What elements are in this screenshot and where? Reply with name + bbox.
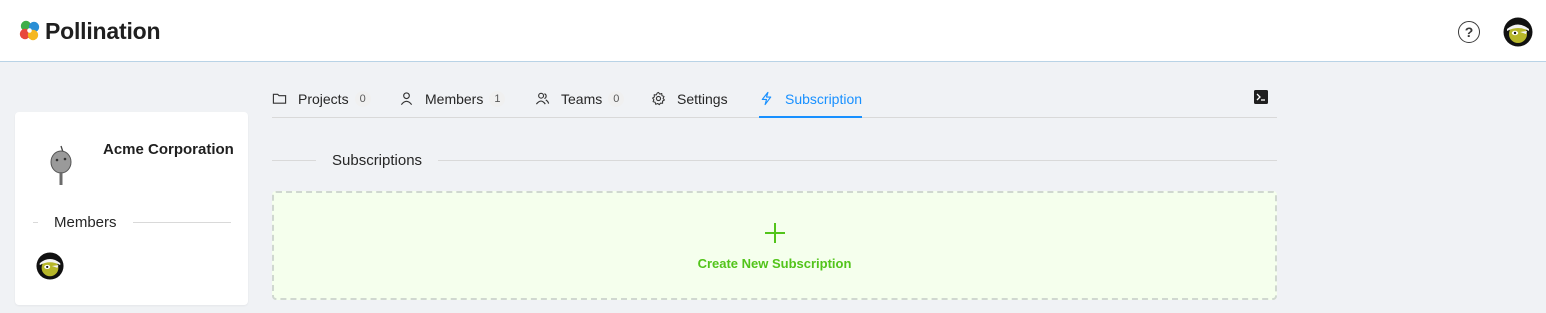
subscriptions-divider: Subscriptions bbox=[272, 152, 1277, 169]
lightning-icon bbox=[761, 91, 772, 106]
terminal-icon[interactable] bbox=[1253, 89, 1269, 105]
user-icon bbox=[400, 92, 413, 105]
divider-line-right bbox=[132, 222, 231, 223]
tab-label: Settings bbox=[677, 90, 728, 107]
tab-count-badge: 0 bbox=[354, 90, 371, 107]
member-avatar-icon[interactable] bbox=[36, 252, 64, 280]
tab-teams[interactable]: Teams 0 bbox=[535, 80, 625, 117]
tab-count-badge: 1 bbox=[489, 90, 506, 107]
tab-settings[interactable]: Settings bbox=[651, 80, 728, 117]
user-avatar-icon[interactable] bbox=[1503, 17, 1533, 47]
divider-line-right bbox=[438, 160, 1277, 161]
brand-name: Pollination bbox=[45, 17, 161, 44]
subscriptions-title: Subscriptions bbox=[332, 152, 423, 169]
tab-subscription[interactable]: Subscription bbox=[759, 80, 863, 118]
team-icon bbox=[535, 92, 550, 105]
tab-label: Members bbox=[425, 90, 484, 107]
org-logo-icon bbox=[50, 145, 72, 185]
members-divider: Members bbox=[33, 214, 231, 231]
app-header: Pollination ? bbox=[0, 0, 1546, 62]
brand-logo[interactable]: Pollination bbox=[17, 16, 161, 46]
tab-members[interactable]: Members 1 bbox=[399, 80, 506, 117]
organization-name[interactable]: Acme Corporation bbox=[103, 141, 243, 158]
gear-icon bbox=[652, 91, 665, 106]
members-title: Members bbox=[54, 214, 117, 231]
tab-label: Teams bbox=[561, 90, 603, 107]
tab-count-badge: 0 bbox=[608, 90, 625, 107]
plus-icon bbox=[764, 223, 785, 243]
create-subscription-label: Create New Subscription bbox=[697, 256, 852, 271]
create-subscription-button[interactable]: Create New Subscription bbox=[272, 191, 1277, 300]
tab-label: Projects bbox=[298, 90, 349, 107]
tab-label: Subscription bbox=[785, 90, 863, 107]
organization-card: Acme Corporation Members bbox=[15, 112, 248, 305]
tab-projects[interactable]: Projects 0 bbox=[272, 80, 371, 117]
divider-line-left bbox=[272, 160, 316, 161]
pollination-logo-icon bbox=[19, 20, 40, 41]
folder-icon bbox=[272, 93, 287, 104]
organization-tabs: Projects 0 Members 1 Teams 0 Settings Su… bbox=[272, 80, 1277, 118]
question-circle-icon[interactable]: ? bbox=[1458, 21, 1480, 43]
